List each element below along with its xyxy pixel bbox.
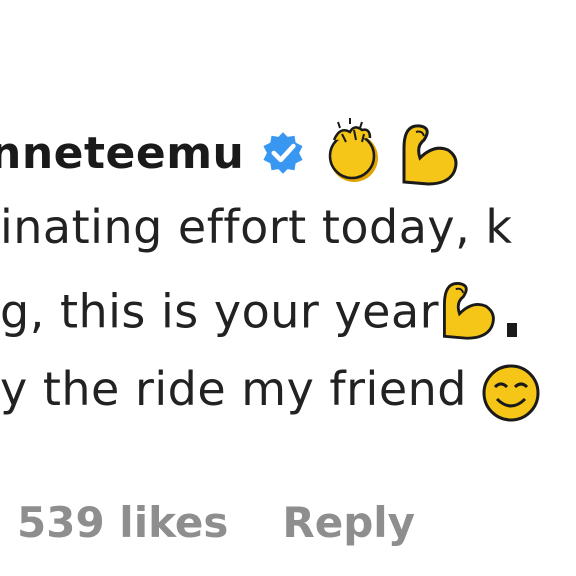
smiling-face-emoji [482, 364, 540, 421]
comment-text-line-3: y the ride my friend [0, 362, 541, 423]
comment-username[interactable]: nneteemu [0, 128, 244, 179]
comment-meta: 539 likes Reply [0, 492, 415, 552]
comment-text-line-2: g, this is your year [0, 282, 523, 348]
reply-button[interactable]: Reply [282, 498, 415, 547]
comment-text-line-2-text: g, this is your year [0, 284, 440, 339]
flexed-biceps-emoji [402, 124, 458, 186]
verified-badge-icon [263, 132, 303, 174]
clapping-hands-emoji [329, 118, 379, 182]
comment-text-line-3-text: y the ride my friend [0, 362, 467, 416]
likes-count-link[interactable]: 539 likes [17, 498, 228, 547]
comment: nneteemu inating effort today, k g, this… [0, 0, 576, 576]
comment-text-line-1: inating effort today, k [0, 200, 513, 254]
partial-emoji-icon [507, 323, 518, 337]
comment-header: nneteemu [0, 118, 464, 188]
flexed-biceps-emoji [443, 282, 495, 340]
